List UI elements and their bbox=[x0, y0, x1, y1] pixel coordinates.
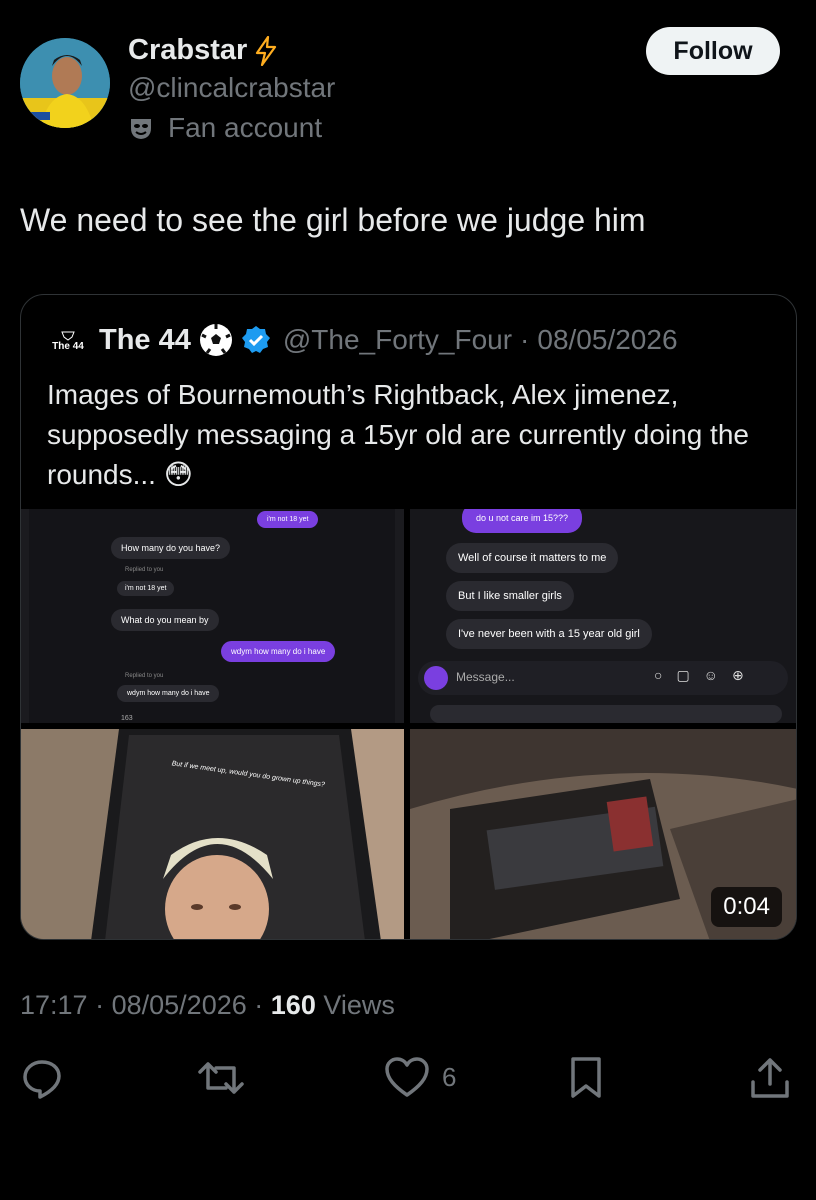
bookmark-icon bbox=[571, 1057, 601, 1098]
chat-message: What do you mean by bbox=[111, 609, 219, 631]
fan-account-label: Fan account bbox=[128, 112, 322, 144]
chat-message: But I like smaller girls bbox=[446, 581, 574, 611]
chat-message: do u not care im 15??? bbox=[462, 509, 583, 533]
chat-message: i'm not 18 yet bbox=[117, 581, 175, 596]
chat-message: Well of course it matters to me bbox=[446, 543, 619, 573]
soccer-ball-icon bbox=[199, 324, 232, 356]
tweet-meta: 17:17 · 08/05/2026 · 160 Views bbox=[20, 990, 395, 1021]
like-count: 6 bbox=[442, 1061, 457, 1092]
quote-header: The 44 @The_Forty_Four · 08/05/2026 bbox=[99, 323, 678, 357]
media-video[interactable]: 0:04 bbox=[410, 729, 796, 939]
retweet-icon bbox=[198, 1062, 244, 1094]
camera-icon bbox=[424, 666, 448, 690]
message-input-bar: Message... ○▢☺⊕ bbox=[418, 661, 788, 695]
quote-text-body: Images of Bournemouth’s Rightback, Alex … bbox=[47, 379, 749, 490]
share-icon bbox=[751, 1058, 789, 1098]
views-label: Views bbox=[323, 990, 395, 1020]
chat-message: I've never been with a 15 year old girl bbox=[446, 619, 652, 649]
reply-note: Replied to you bbox=[125, 567, 164, 573]
chat-message: wdym how many do i have bbox=[117, 685, 220, 702]
quote-avatar[interactable]: The 44 bbox=[48, 321, 88, 361]
author-name-text[interactable]: Crabstar bbox=[128, 34, 247, 67]
reply-icon bbox=[23, 1060, 61, 1099]
follow-button[interactable]: Follow bbox=[646, 27, 780, 75]
quote-date[interactable]: 08/05/2026 bbox=[537, 324, 677, 356]
chat-message: wdym how many do i have bbox=[221, 641, 336, 662]
message-placeholder: Message... bbox=[456, 670, 515, 684]
meta-separator: · bbox=[254, 990, 264, 1020]
views-count: 160 bbox=[270, 990, 316, 1020]
media-chat-screenshot-2[interactable]: do u not care im 15??? Well of course it… bbox=[410, 509, 796, 723]
logo-icon bbox=[61, 331, 75, 341]
verified-icon bbox=[241, 326, 270, 353]
video-duration: 0:04 bbox=[711, 887, 782, 927]
quote-author-name[interactable]: The 44 bbox=[99, 324, 191, 357]
quote-separator: · bbox=[520, 324, 530, 355]
author-name[interactable]: Crabstar bbox=[128, 34, 277, 67]
reply-button[interactable] bbox=[20, 1056, 64, 1100]
chat-message: How many do you have? bbox=[111, 537, 231, 559]
mask-icon bbox=[131, 119, 151, 139]
meta-separator: · bbox=[95, 990, 105, 1020]
tweet-time: 17:17 bbox=[20, 990, 88, 1020]
tweet-text: We need to see the girl before we judge … bbox=[20, 202, 646, 238]
input-tool-icons: ○▢☺⊕ bbox=[654, 667, 758, 683]
fan-account-text: Fan account bbox=[168, 112, 323, 143]
share-button[interactable] bbox=[748, 1056, 792, 1100]
hidden-message bbox=[430, 705, 782, 723]
retweet-button[interactable] bbox=[196, 1056, 246, 1100]
media-chat-screenshot-1[interactable]: i'm not 18 yet How many do you have? Rep… bbox=[21, 509, 404, 723]
action-bar: 6 bbox=[0, 1050, 816, 1110]
like-button[interactable]: 6 bbox=[384, 1056, 456, 1098]
author-avatar[interactable] bbox=[20, 38, 110, 128]
flushed-emoji: 😳 bbox=[163, 459, 193, 490]
tweet-date: 08/05/2026 bbox=[111, 990, 247, 1020]
heart-icon bbox=[385, 1057, 429, 1097]
media-selfie-photo[interactable]: But if we meet up, would you do grown up… bbox=[21, 729, 404, 939]
chat-message: i'm not 18 yet bbox=[257, 511, 319, 528]
quote-avatar-text: The 44 bbox=[52, 340, 84, 352]
quote-handle[interactable]: @The_Forty_Four bbox=[283, 324, 512, 356]
cut-text: 163 bbox=[121, 715, 133, 722]
media-grid[interactable]: i'm not 18 yet How many do you have? Rep… bbox=[21, 509, 796, 939]
quoted-tweet[interactable]: The 44 The 44 @The_Forty_Four · 08/05/20… bbox=[20, 294, 797, 940]
author-handle[interactable]: @clincalcrabstar bbox=[128, 72, 335, 104]
quote-text: Images of Bournemouth’s Rightback, Alex … bbox=[47, 375, 787, 495]
reply-note: Replied to you bbox=[125, 673, 164, 679]
bookmark-button[interactable] bbox=[568, 1056, 604, 1100]
lightning-icon bbox=[256, 35, 277, 66]
